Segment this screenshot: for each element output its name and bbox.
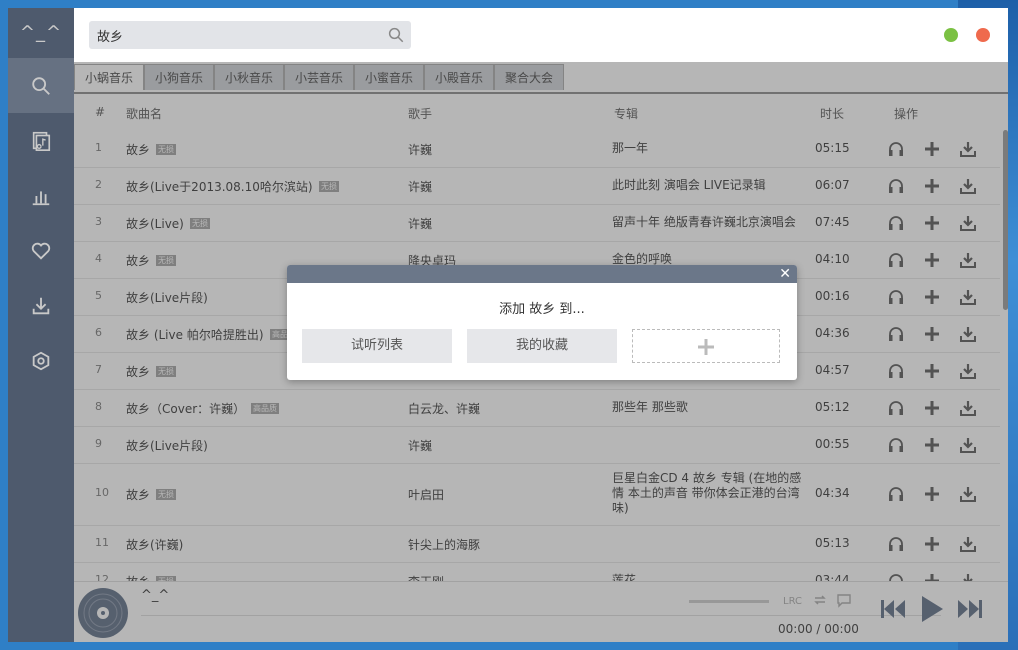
plus-icon: [698, 339, 714, 355]
top-bar: [74, 8, 1008, 62]
dialog-title: 添加 故乡 到...: [499, 302, 585, 317]
overlay-sidebar: [8, 8, 74, 642]
new-list-button[interactable]: [632, 329, 780, 363]
dialog-header: ✕: [287, 265, 797, 283]
close-button[interactable]: [976, 28, 990, 42]
search-icon[interactable]: [387, 26, 405, 44]
dialog-close-icon[interactable]: ✕: [779, 266, 791, 282]
add-to-dialog: ✕ 添加 故乡 到... 试听列表 我的收藏: [287, 265, 797, 380]
search-input[interactable]: [89, 21, 385, 49]
minimize-button[interactable]: [944, 28, 958, 42]
add-to-listen-list-button[interactable]: 试听列表: [302, 329, 452, 363]
add-to-favorites-button[interactable]: 我的收藏: [467, 329, 617, 363]
search-box: [89, 21, 411, 49]
